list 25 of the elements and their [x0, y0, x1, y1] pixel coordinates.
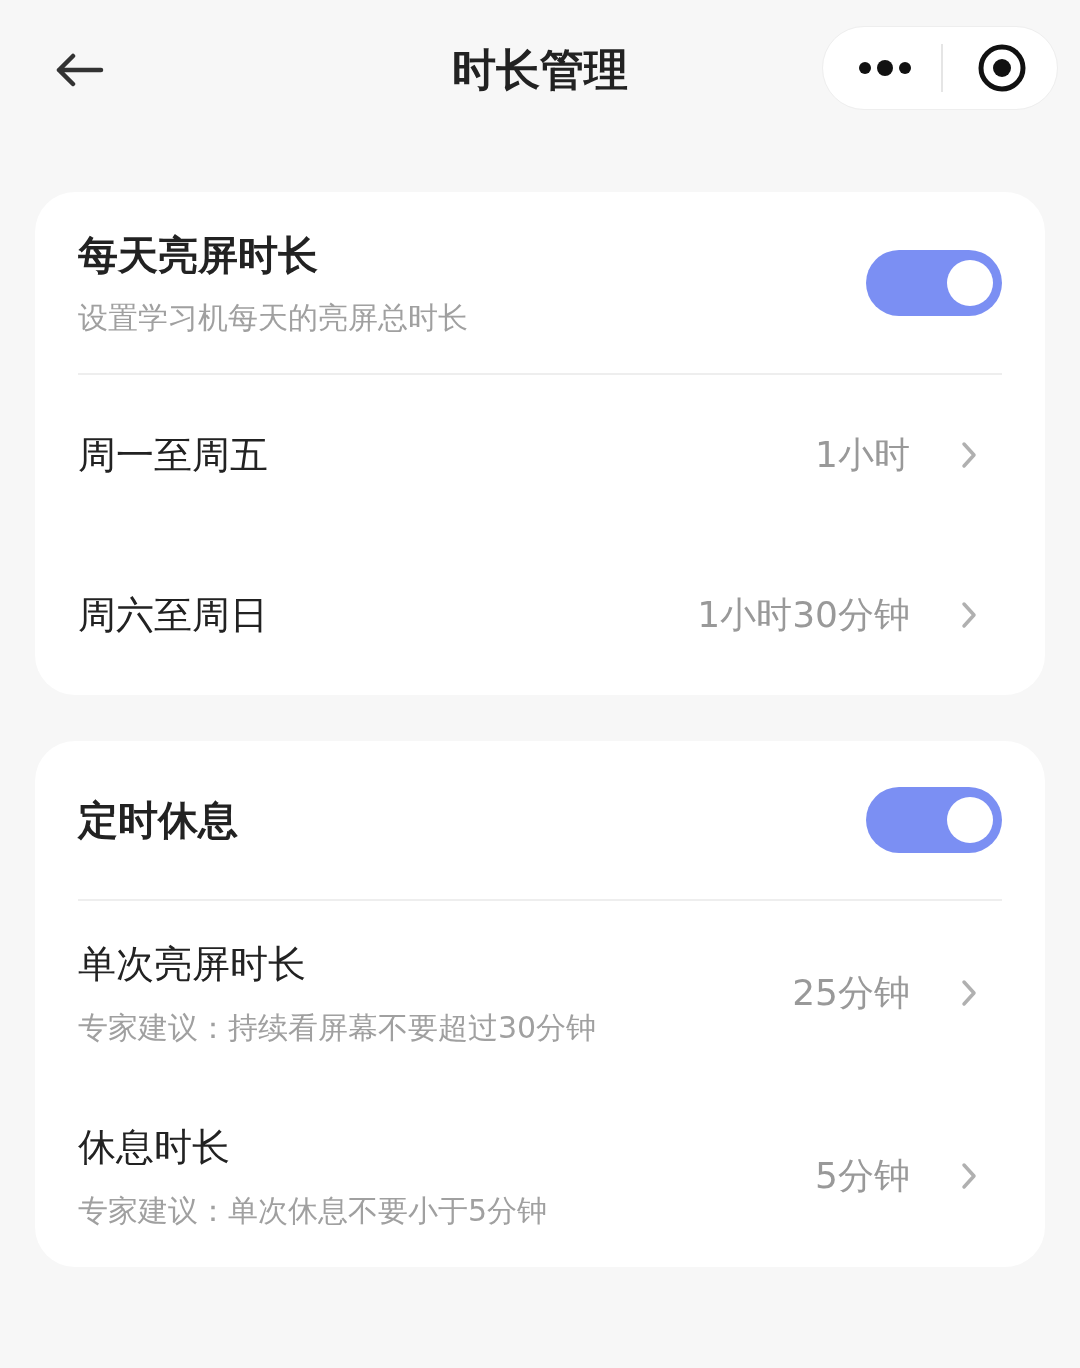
- row-label: 单次亮屏时长: [78, 940, 307, 988]
- section-title: 定时休息: [78, 796, 238, 845]
- row-hint: 专家建议：单次休息不要小于5分钟: [78, 1191, 548, 1230]
- row-label: 休息时长: [78, 1123, 231, 1171]
- row-value: 1小时: [815, 433, 910, 477]
- back-arrow-icon[interactable]: [54, 53, 104, 87]
- settings-row[interactable]: 周六至周日 1小时30分钟: [78, 535, 1002, 695]
- page-title: 时长管理: [452, 43, 628, 97]
- section-title: 每天亮屏时长: [78, 231, 319, 280]
- target-icon[interactable]: [977, 43, 1027, 93]
- row-label: 周六至周日: [78, 591, 268, 639]
- chevron-right-icon: [960, 977, 978, 1008]
- chevron-right-icon: [960, 600, 978, 630]
- section-subtitle: 设置学习机每天的亮屏总时长: [78, 299, 468, 337]
- more-icon[interactable]: [857, 60, 913, 76]
- settings-row[interactable]: 单次亮屏时长 专家建议：持续看屏幕不要超过30分钟 25分钟: [78, 901, 1002, 1084]
- row-value: 5分钟: [815, 1153, 910, 1198]
- settings-row[interactable]: 周一至周五 1小时: [78, 375, 1002, 535]
- row-value: 25分钟: [792, 970, 910, 1015]
- settings-row[interactable]: 休息时长 专家建议：单次休息不要小于5分钟 5分钟: [78, 1084, 1002, 1267]
- row-label: 周一至周五: [78, 431, 268, 479]
- chevron-right-icon: [960, 440, 978, 470]
- row-hint: 专家建议：持续看屏幕不要超过30分钟: [78, 1008, 597, 1047]
- row-value: 1小时30分钟: [697, 593, 910, 637]
- chevron-right-icon: [960, 1160, 978, 1191]
